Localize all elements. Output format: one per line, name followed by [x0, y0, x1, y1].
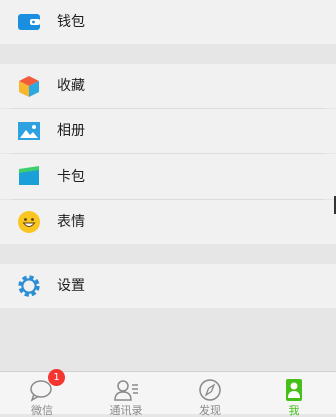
gear-icon — [17, 274, 41, 298]
menu-item-stickers[interactable]: 表情 — [0, 200, 336, 244]
menu-item-label: 收藏 — [57, 78, 85, 94]
menu-item-label: 钱包 — [57, 14, 85, 30]
tab-label: 微信 — [31, 404, 53, 417]
menu-item-cards[interactable]: 卡包 — [0, 154, 336, 199]
favorites-cube-icon — [17, 74, 41, 98]
tab-label: 我 — [288, 404, 300, 417]
menu-item-label: 相册 — [57, 123, 85, 139]
menu-item-label: 表情 — [57, 214, 85, 230]
tab-chats[interactable]: 1 微信 — [0, 369, 84, 417]
tab-discover[interactable]: 发现 — [168, 372, 252, 417]
menu-item-favorites[interactable]: 收藏 — [0, 64, 336, 108]
menu-item-label: 卡包 — [57, 169, 85, 185]
menu-item-settings[interactable]: 设置 — [0, 264, 336, 308]
card-pack-icon — [17, 164, 41, 188]
tab-contacts[interactable]: 通讯录 — [84, 372, 168, 417]
wallet-icon — [17, 10, 41, 34]
compass-icon — [197, 378, 223, 402]
tab-label: 通讯录 — [109, 404, 143, 417]
unread-badge: 1 — [48, 369, 65, 386]
menu-item-wallet[interactable]: 钱包 — [0, 0, 336, 44]
contacts-icon — [113, 378, 139, 402]
smiley-face-icon — [17, 210, 41, 234]
menu-item-album[interactable]: 相册 — [0, 109, 336, 153]
bottom-tab-bar: 1 微信 通讯录 发现 我 — [0, 369, 336, 417]
album-picture-icon — [17, 119, 41, 143]
me-profile-icon — [281, 378, 307, 402]
tab-me[interactable]: 我 — [252, 372, 336, 417]
menu-item-label: 设置 — [57, 278, 85, 294]
tab-label: 发现 — [199, 404, 221, 417]
